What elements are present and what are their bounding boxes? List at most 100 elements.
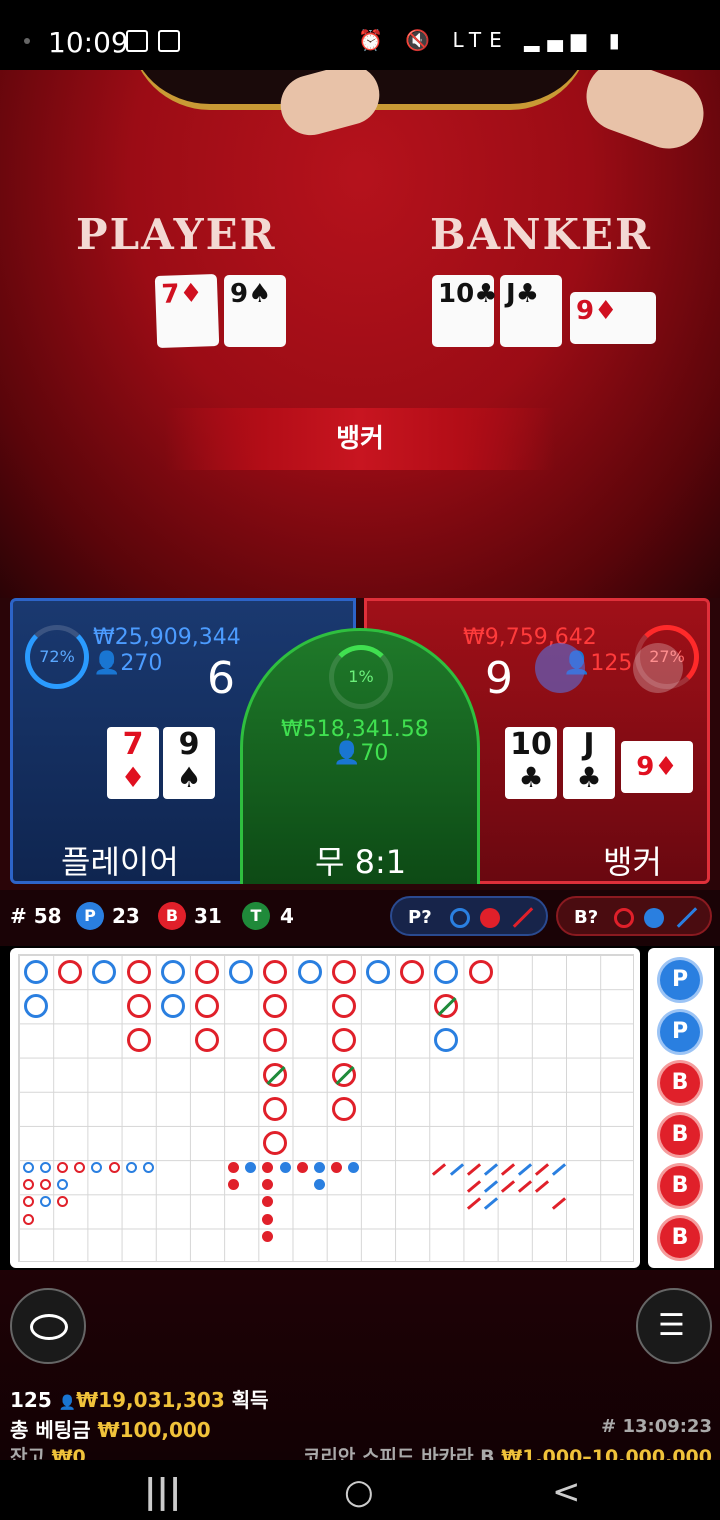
screen-toggle-icon[interactable] — [633, 643, 683, 693]
big-eye-marker — [57, 1179, 69, 1191]
back-button[interactable]: < — [552, 1472, 581, 1512]
total-bet-label: 총 베팅금 — [10, 1418, 91, 1442]
chip-stack-button[interactable] — [10, 1288, 86, 1364]
big-eye-marker — [74, 1162, 86, 1174]
android-nav-bar: ||| ○ < — [0, 1460, 720, 1520]
roadmap-panel[interactable] — [10, 948, 640, 1268]
bead-P — [24, 960, 48, 984]
banker-card-1: 10 ♣ — [505, 727, 557, 799]
big-eye-marker — [108, 1162, 120, 1174]
small-road-marker — [347, 1162, 359, 1174]
person-icon: 👤 — [58, 1395, 77, 1411]
person-icon: 👤 — [333, 741, 361, 766]
predict-cockroach-icon — [676, 907, 698, 928]
small-road-marker — [262, 1213, 274, 1225]
bead-B — [195, 994, 219, 1019]
table-player-label: PLAYER — [76, 210, 277, 259]
small-road-marker — [279, 1162, 291, 1174]
small-road-marker — [262, 1162, 274, 1174]
home-button[interactable]: ○ — [344, 1472, 374, 1512]
big-eye-marker — [23, 1196, 34, 1208]
tie-count: 4 — [280, 904, 294, 928]
side-log-badge: B — [660, 1114, 700, 1155]
bottom-bar: ☰ 125 👤₩19,031,303 획득 총 베팅금 ₩100,000 # 1… — [0, 1270, 720, 1468]
banker-bet-label: 뱅커 — [603, 843, 662, 881]
player-wins-count: 23 — [112, 904, 140, 928]
bead-B — [58, 960, 83, 984]
bet-spot-tie[interactable]: 1% ₩518,341.58 👤70 무 8:1 — [240, 628, 480, 884]
big-eye-marker — [23, 1213, 34, 1225]
bead-B — [195, 960, 219, 984]
bead-T — [263, 1062, 288, 1087]
recent-apps-button[interactable]: ||| — [144, 1472, 181, 1512]
big-eye-marker — [57, 1162, 69, 1174]
player-predict-button[interactable]: P? — [390, 896, 548, 936]
tie-slash-icon — [437, 997, 457, 1017]
tie-slash-icon — [335, 1065, 355, 1085]
predict-cockroach-icon — [512, 907, 534, 928]
person-icon: 👤 — [93, 651, 121, 676]
small-road-marker — [313, 1179, 325, 1191]
player-bettor-count: 👤270 — [93, 651, 163, 676]
cockroach-marker — [466, 1163, 481, 1176]
cockroach-marker — [534, 1180, 550, 1194]
bead-P — [366, 960, 390, 984]
side-log-badge: P — [660, 960, 700, 1000]
predict-big-eye-icon — [480, 908, 500, 928]
small-road-marker — [330, 1162, 342, 1174]
side-log-badge: B — [660, 1063, 700, 1103]
table-banker-card-3: 9♦ — [570, 292, 656, 344]
bead-B — [263, 994, 288, 1019]
status-bar: 10:09 ⏰ 🔇 LTE ▂▄▆ ▮ — [0, 0, 720, 70]
player-score: 6 — [207, 653, 235, 704]
replay-icon[interactable] — [535, 643, 585, 693]
player-card-2: 9 ♠ — [163, 727, 215, 799]
stats-row: # 58 P 23 B 31 T 4 P? B? — [0, 890, 720, 946]
round-number: # 58 — [10, 904, 62, 928]
cockroach-marker — [552, 1197, 567, 1211]
predict-big-road-icon — [450, 908, 470, 928]
cockroach-marker — [466, 1180, 481, 1194]
total-bet-amount: ₩100,000 — [97, 1418, 211, 1442]
bead-B — [263, 960, 288, 984]
table-player-card-1: 7♦ — [154, 273, 220, 349]
big-eye-marker — [23, 1179, 34, 1191]
player-card-1: 7 ♦ — [107, 727, 159, 799]
bead-B — [126, 994, 151, 1019]
players-count: 125 — [10, 1388, 52, 1412]
big-eye-marker — [40, 1179, 52, 1191]
winnings-label: 획득 — [231, 1388, 269, 1412]
bead-B — [195, 1028, 219, 1053]
bead-B — [263, 1028, 288, 1053]
table-banker-card-2: J♣ — [500, 275, 562, 347]
status-icons: ⏰ 🔇 LTE ▂▄▆ ▮ — [358, 28, 628, 52]
player-bet-label: 플레이어 — [61, 843, 179, 881]
bead-P — [297, 960, 322, 984]
cockroach-marker — [483, 1163, 498, 1176]
small-road-marker — [262, 1230, 274, 1242]
big-eye-marker — [142, 1162, 154, 1174]
total-bet-line: 총 베팅금 ₩100,000 — [10, 1414, 211, 1443]
table-banker-card-1: 10♣ — [432, 275, 498, 347]
menu-button[interactable]: ☰ — [636, 1288, 712, 1364]
bead-B — [126, 960, 151, 984]
small-road-marker — [228, 1162, 240, 1174]
bead-B — [263, 1131, 288, 1155]
predict-big-eye-icon — [644, 908, 664, 928]
status-time: 10:09 — [48, 26, 129, 59]
big-eye-marker — [57, 1196, 69, 1208]
player-bet-amount: ₩25,909,344 — [93, 625, 241, 650]
camera-dot — [24, 38, 30, 44]
bead-P — [434, 1028, 459, 1053]
big-eye-marker — [23, 1162, 34, 1174]
banker-predict-button[interactable]: B? — [556, 896, 712, 936]
banker-card-3: 9♦ — [621, 741, 693, 793]
small-road-marker — [262, 1196, 274, 1208]
round-id: # 13:09:23 — [601, 1416, 712, 1437]
tie-bet-amount: ₩518,341.58 — [281, 717, 429, 742]
predict-big-road-icon — [614, 908, 634, 928]
bead-B — [263, 1096, 288, 1121]
bead-B — [331, 960, 356, 984]
table-player-card-2: 9♠ — [224, 275, 286, 347]
side-log-badge: B — [660, 1217, 700, 1258]
